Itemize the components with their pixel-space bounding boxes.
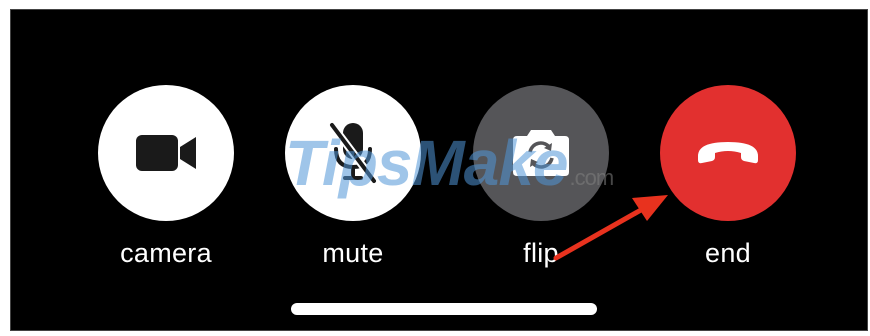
camera-control[interactable]: camera	[96, 85, 236, 269]
end-control[interactable]: end	[658, 85, 798, 269]
camera-rotate-icon	[513, 130, 569, 176]
flip-button[interactable]	[473, 85, 609, 221]
mute-control[interactable]: mute	[283, 85, 423, 269]
mute-label: mute	[322, 238, 384, 268]
mute-button[interactable]	[285, 85, 421, 221]
end-call-button[interactable]	[660, 85, 796, 221]
phone-hangup-icon	[698, 142, 758, 164]
video-camera-icon	[136, 135, 196, 171]
microphone-slash-icon	[328, 121, 378, 185]
camera-label: camera	[120, 238, 212, 268]
flip-label: flip	[523, 238, 559, 268]
call-controls-panel: camera mute flip end	[10, 9, 868, 331]
home-indicator[interactable]	[291, 303, 597, 315]
end-label: end	[705, 238, 751, 268]
camera-button[interactable]	[98, 85, 234, 221]
flip-control[interactable]: flip	[471, 85, 611, 269]
